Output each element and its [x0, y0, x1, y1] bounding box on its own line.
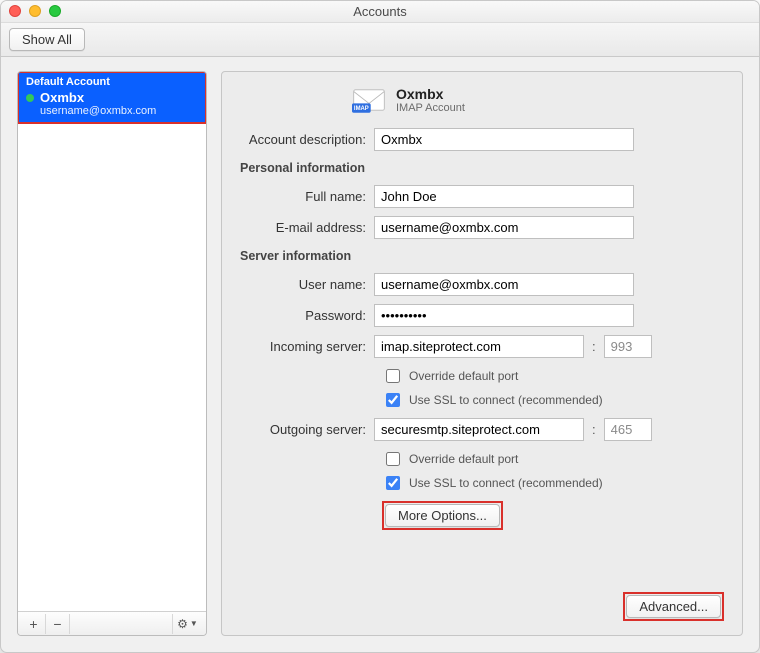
incoming-override-checkbox[interactable]	[386, 369, 400, 383]
ssl-label-2: Use SSL to connect (recommended)	[409, 476, 603, 490]
email-input[interactable]	[374, 216, 634, 239]
content-area: Default Account Oxmbx username@oxmbx.com…	[1, 57, 759, 652]
more-options-button[interactable]: More Options...	[385, 504, 500, 527]
account-details: IMAP Oxmbx IMAP Account Account descript…	[221, 71, 743, 636]
account-name: Oxmbx	[40, 90, 84, 105]
window-controls	[9, 5, 61, 17]
close-icon[interactable]	[9, 5, 21, 17]
override-label-2: Override default port	[409, 452, 518, 466]
email-label: E-mail address:	[232, 220, 374, 235]
advanced-highlight: Advanced...	[623, 592, 724, 621]
account-title: Oxmbx	[396, 86, 465, 102]
port-separator: :	[592, 339, 596, 354]
description-input[interactable]	[374, 128, 634, 151]
accounts-sidebar: Default Account Oxmbx username@oxmbx.com…	[17, 71, 207, 636]
ssl-label: Use SSL to connect (recommended)	[409, 393, 603, 407]
outgoing-override-port[interactable]: Override default port	[382, 449, 724, 469]
chevron-down-icon: ▼	[190, 619, 198, 628]
show-all-button[interactable]: Show All	[9, 28, 85, 51]
incoming-label: Incoming server:	[232, 339, 374, 354]
titlebar: Accounts	[1, 1, 759, 23]
server-section-label: Server information	[240, 249, 724, 263]
zoom-icon[interactable]	[49, 5, 61, 17]
add-account-button[interactable]: +	[22, 614, 46, 634]
minimize-icon[interactable]	[29, 5, 41, 17]
account-list: Default Account Oxmbx username@oxmbx.com	[18, 72, 206, 611]
outgoing-server-input[interactable]	[374, 418, 584, 441]
outgoing-override-checkbox[interactable]	[386, 452, 400, 466]
personal-section-label: Personal information	[240, 161, 724, 175]
accounts-window: Accounts Show All Default Account Oxmbx …	[0, 0, 760, 653]
svg-text:IMAP: IMAP	[354, 106, 369, 112]
account-type-label: IMAP Account	[396, 102, 465, 114]
password-input[interactable]	[374, 304, 634, 327]
account-actions-button[interactable]: ⚙ ▼	[172, 614, 202, 634]
status-dot-icon	[26, 94, 34, 102]
password-label: Password:	[232, 308, 374, 323]
account-selection: Default Account Oxmbx username@oxmbx.com	[18, 72, 206, 123]
incoming-port-input[interactable]	[604, 335, 652, 358]
account-item[interactable]: Oxmbx username@oxmbx.com	[18, 90, 206, 123]
sidebar-footer: + − ⚙ ▼	[18, 611, 206, 635]
fullname-label: Full name:	[232, 189, 374, 204]
window-title: Accounts	[353, 4, 406, 19]
username-input[interactable]	[374, 273, 634, 296]
fullname-input[interactable]	[374, 185, 634, 208]
outgoing-ssl-checkbox[interactable]	[386, 476, 400, 490]
username-label: User name:	[232, 277, 374, 292]
incoming-ssl-checkbox[interactable]	[386, 393, 400, 407]
account-header: IMAP Oxmbx IMAP Account	[352, 86, 724, 114]
description-label: Account description:	[232, 132, 374, 147]
override-label: Override default port	[409, 369, 518, 383]
more-options-highlight: More Options...	[382, 501, 503, 530]
outgoing-label: Outgoing server:	[232, 422, 374, 437]
advanced-button[interactable]: Advanced...	[626, 595, 721, 618]
incoming-server-input[interactable]	[374, 335, 584, 358]
port-separator-2: :	[592, 422, 596, 437]
toolbar: Show All	[1, 23, 759, 57]
account-email: username@oxmbx.com	[40, 105, 198, 117]
imap-mail-icon: IMAP	[352, 86, 386, 114]
incoming-override-port[interactable]: Override default port	[382, 366, 724, 386]
remove-account-button[interactable]: −	[46, 614, 70, 634]
outgoing-port-input[interactable]	[604, 418, 652, 441]
incoming-use-ssl[interactable]: Use SSL to connect (recommended)	[382, 390, 724, 410]
outgoing-use-ssl[interactable]: Use SSL to connect (recommended)	[382, 473, 724, 493]
account-category: Default Account	[18, 72, 206, 90]
gear-icon: ⚙	[177, 617, 188, 631]
